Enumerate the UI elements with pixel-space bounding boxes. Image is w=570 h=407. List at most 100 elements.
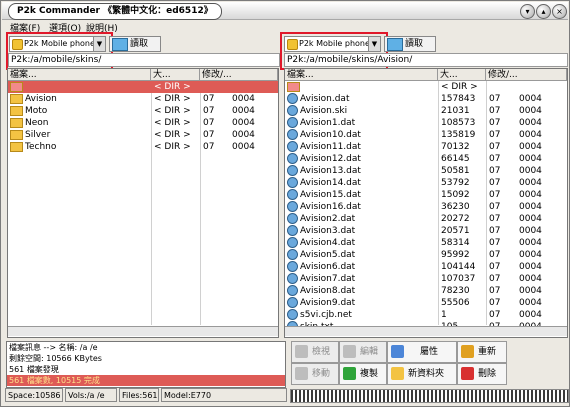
file-date: 07 [489,310,501,320]
file-row[interactable]: < DIR > [8,81,278,93]
file-size: 107037 [441,274,476,284]
file-icon [287,105,298,116]
refresh-icon [387,38,403,51]
file-row[interactable]: Techno < DIR > 07 0004 [8,141,278,153]
file-name: Avision.dat [300,94,350,104]
file-row[interactable]: s5vi.cjb.net 1 07 0004 [285,309,567,321]
right-col-name[interactable]: 檔案... [285,69,438,81]
file-name: Avision7.dat [300,274,356,284]
file-time: 0004 [519,142,542,152]
folder-icon [10,117,23,128]
file-row[interactable]: Avision11.dat 70132 07 0004 [285,141,567,153]
maximize-icon[interactable]: ▴ [536,4,551,19]
chevron-down-icon[interactable]: ▼ [368,37,380,51]
log-panel: 檔案訊息 --> 名稱: /a /e 剩餘空間: 10566 KBytes 56… [6,341,286,388]
file-row[interactable]: Avision.dat 157843 07 0004 [285,93,567,105]
file-size: 104144 [441,262,476,272]
file-time: 0004 [519,94,542,104]
file-date: 07 [489,238,501,248]
left-col-modified[interactable]: 修改/... [200,69,278,81]
file-row[interactable]: Avision.ski 21031 07 0004 [285,105,567,117]
file-row[interactable]: Avision12.dat 66145 07 0004 [285,153,567,165]
file-row[interactable]: Avision3.dat 20571 07 0004 [285,225,567,237]
file-row[interactable]: Avision13.dat 50581 07 0004 [285,165,567,177]
file-row[interactable]: Avision2.dat 20272 07 0004 [285,213,567,225]
right-scrollbar[interactable] [285,326,567,336]
progress-bar [290,389,569,403]
file-icon [287,189,298,200]
file-icon [287,309,298,320]
search-icon [295,345,308,358]
file-row[interactable]: Avision7.dat 107037 07 0004 [285,273,567,285]
file-time: 0004 [519,190,542,200]
file-row[interactable]: Avision6.dat 104144 07 0004 [285,261,567,273]
title-bar: P2k Commander 《繁體中文化：ed6512》 ▾ ▴ × [2,2,568,20]
file-icon [287,225,298,236]
left-device-select[interactable]: P2k Mobile phone ▼ [9,36,106,52]
left-file-panel[interactable]: 檔案... 大... 修改/... < DIR > Avision < DIR > 0… [7,68,279,338]
file-size: 36230 [441,202,470,212]
file-size: 95992 [441,250,470,260]
new-folder-button[interactable]: 新資料夾 [387,363,457,385]
file-row[interactable]: Avision1.dat 108573 07 0004 [285,117,567,129]
up-arrow-icon [343,367,356,380]
delete-button[interactable]: 刪除 [457,363,507,385]
file-row[interactable]: Avision16.dat 36230 07 0004 [285,201,567,213]
right-read-button[interactable]: 讀取 [384,36,436,52]
file-row[interactable]: Avision < DIR > 07 0004 [8,93,278,105]
file-date: 07 [489,190,501,200]
left-col-size[interactable]: 大... [151,69,200,81]
file-row[interactable]: < DIR > [285,81,567,93]
left-scrollbar[interactable] [8,326,278,336]
file-size: 50581 [441,166,470,176]
left-col-name[interactable]: 檔案... [8,69,151,81]
properties-button[interactable]: 屬性 [387,341,457,363]
file-row[interactable]: Avision10.dat 135819 07 0004 [285,129,567,141]
file-row[interactable]: Avision4.dat 58314 07 0004 [285,237,567,249]
file-time: 0004 [519,238,542,248]
view-button[interactable]: 檢視 [291,341,339,363]
copy-button[interactable]: 複製 [339,363,387,385]
file-date: 07 [203,94,215,104]
file-size: 21031 [441,106,470,116]
minimize-icon[interactable]: ▾ [520,4,535,19]
file-name: Avision1.dat [300,118,356,128]
file-row[interactable]: Avision9.dat 55506 07 0004 [285,297,567,309]
phone-icon [12,39,23,50]
file-icon [287,297,298,308]
file-row[interactable]: Avision8.dat 78230 07 0004 [285,285,567,297]
file-row[interactable]: Silver < DIR > 07 0004 [8,129,278,141]
right-col-size[interactable]: 大... [438,69,486,81]
file-size: < DIR > [441,82,478,92]
close-icon[interactable]: × [552,4,567,19]
rename-button[interactable]: 重新 [457,341,507,363]
file-size: < DIR > [154,82,191,92]
right-col-modified[interactable]: 修改/... [486,69,567,81]
file-row[interactable]: Neon < DIR > 07 0004 [8,117,278,129]
file-date: 07 [489,142,501,152]
left-device-label: P2k Mobile phone [24,39,95,48]
right-device-select[interactable]: P2k Mobile phone ▼ [284,36,381,52]
file-size: < DIR > [154,106,191,116]
file-name: Avision5.dat [300,250,356,260]
file-icon [287,141,298,152]
parent-folder-icon [10,81,23,92]
left-path: P2k:/a/mobile/skins/ [8,53,280,67]
file-name: Avision16.dat [300,202,361,212]
file-date [489,81,509,93]
edit-button[interactable]: 編輯 [339,341,387,363]
chevron-down-icon[interactable]: ▼ [93,37,105,51]
file-name: Avision14.dat [300,178,361,188]
file-date: 07 [489,130,501,140]
left-read-button[interactable]: 讀取 [109,36,161,52]
file-row[interactable]: Avision15.dat 15092 07 0004 [285,189,567,201]
phone-icon [287,39,298,50]
right-file-panel[interactable]: 檔案... 大... 修改/... < DIR > Avision.dat 1578… [284,68,568,338]
move-button[interactable]: 移動 [291,363,339,385]
file-row[interactable]: Avision14.dat 53792 07 0004 [285,177,567,189]
file-row[interactable]: Avision5.dat 95992 07 0004 [285,249,567,261]
file-row[interactable]: Moto < DIR > 07 0004 [8,105,278,117]
file-time: 0004 [519,214,542,224]
file-time: 0004 [519,274,542,284]
file-time: 0004 [232,106,255,116]
